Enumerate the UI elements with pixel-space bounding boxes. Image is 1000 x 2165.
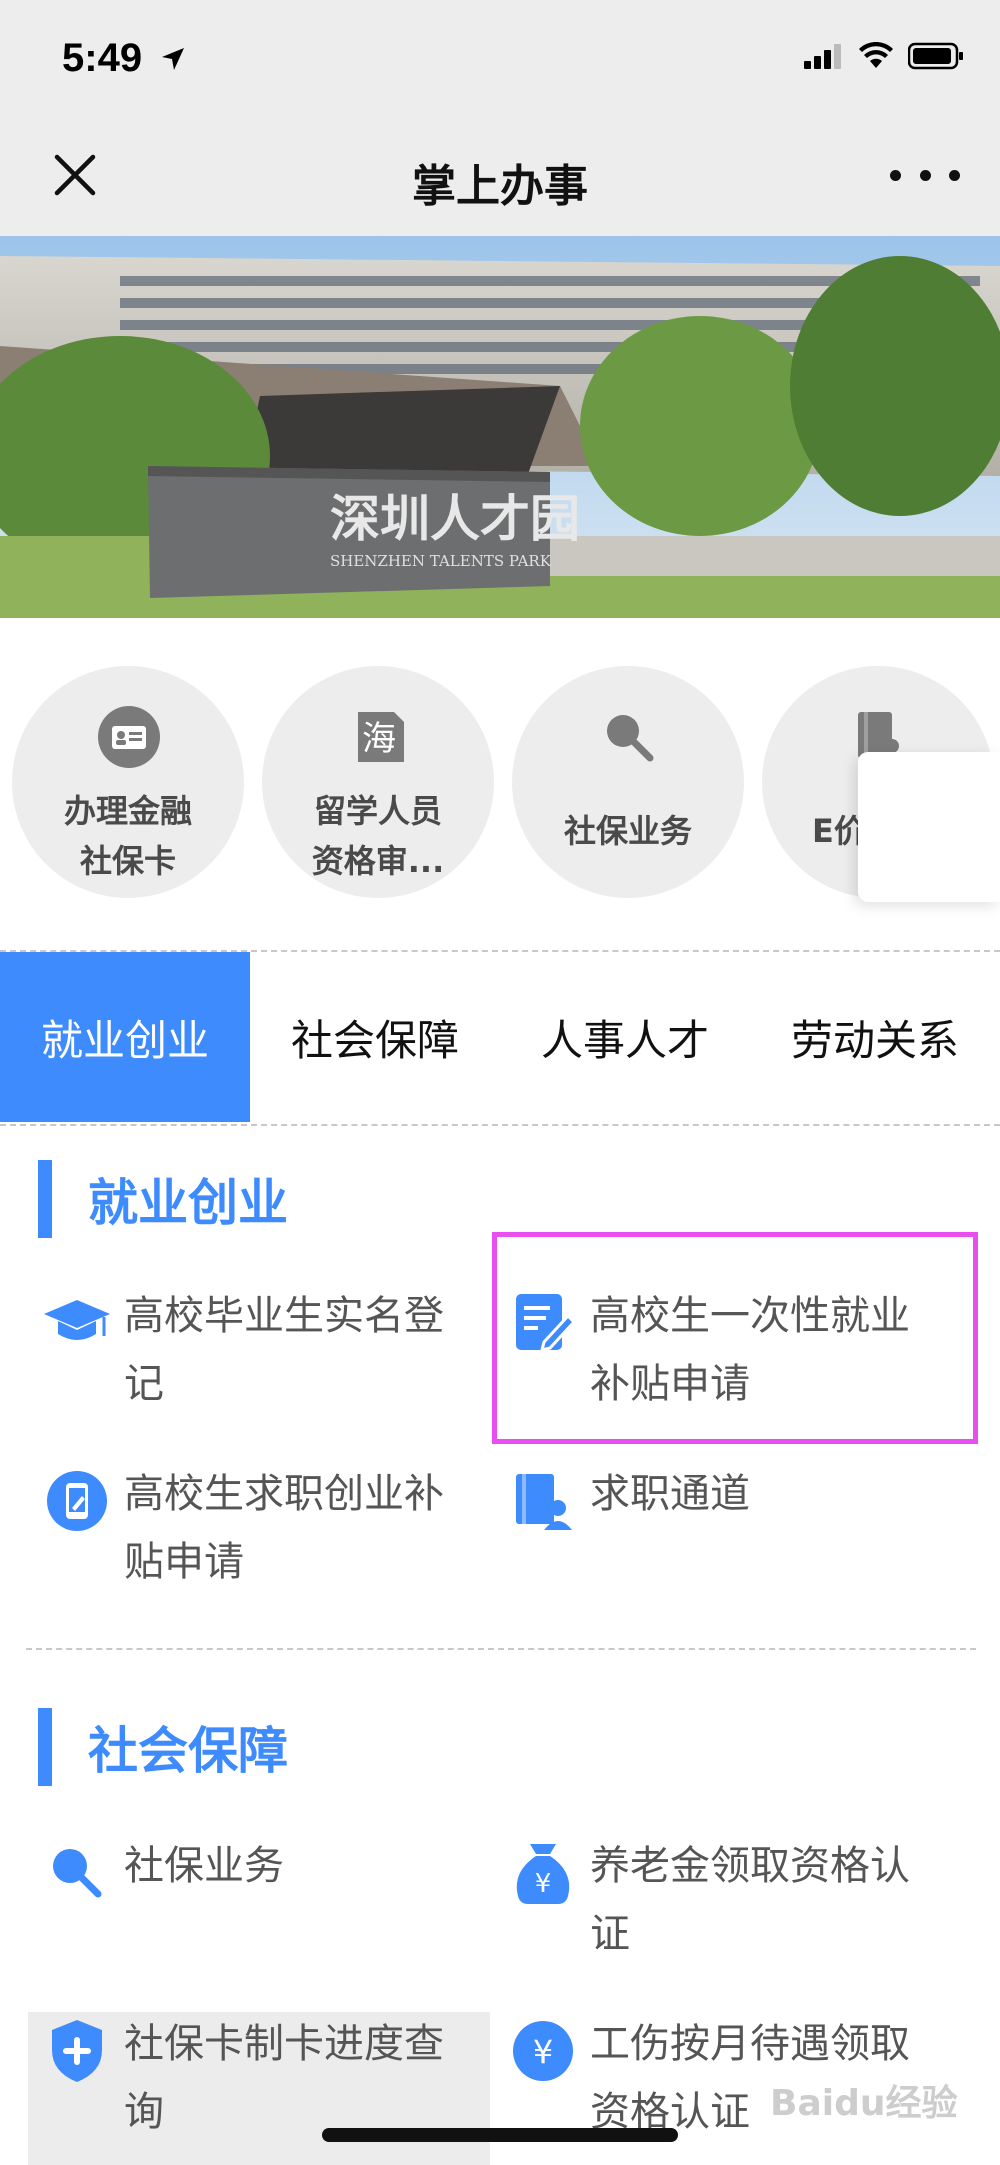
divider <box>0 1124 1000 1126</box>
wifi-icon <box>859 42 893 68</box>
yuan-coin-icon: ¥ <box>513 2021 573 2081</box>
tab-personnel[interactable]: 人事人才 <box>500 952 750 1122</box>
page-title: 掌上办事 <box>412 161 588 212</box>
tab-employment[interactable]: 就业创业 <box>0 952 250 1122</box>
service-item-social-security-business[interactable]: 社保业务 <box>42 1832 472 1908</box>
quick-item-label: 留学人员 资格审... <box>311 792 445 880</box>
sign-cn: 深圳人才园 <box>330 489 580 548</box>
search-icon <box>53 1849 102 1898</box>
shield-plus-icon <box>52 2020 102 2082</box>
tab-labor-relations[interactable]: 劳动关系 <box>750 952 1000 1122</box>
section-header-employment: 就业创业 <box>38 1160 288 1238</box>
service-item-label: 养老金领取资格认 证 <box>590 1843 910 1957</box>
service-item-label: 求职通道 <box>590 1471 750 1517</box>
quick-item-label: 办理金融 社保卡 <box>63 792 192 880</box>
signal-icon <box>804 44 841 69</box>
book-person-icon <box>516 1474 572 1530</box>
quick-item-finance-card[interactable]: 办理金融 社保卡 <box>12 666 244 898</box>
service-item-label: 高校生求职创业补 贴申请 <box>124 1471 444 1585</box>
service-item-job-startup-subsidy[interactable]: 高校生求职创业补 贴申请 <box>42 1460 472 1596</box>
graduation-cap-icon <box>44 1300 110 1340</box>
sign-en: SHENZHEN TALENTS PARK <box>330 552 552 570</box>
service-item-pension-certification[interactable]: ¥ 养老金领取资格认 证 <box>508 1832 938 1968</box>
service-item-label: 社保业务 <box>124 1843 284 1889</box>
section-title: 就业创业 <box>88 1174 288 1232</box>
highlight-box <box>492 1232 978 1444</box>
svg-text:¥: ¥ <box>533 2033 553 2071</box>
banner-image[interactable]: 深圳人才园 SHENZHEN TALENTS PARK <box>0 236 1000 618</box>
floating-panel[interactable] <box>858 752 1000 902</box>
service-item-graduate-registration[interactable]: 高校毕业生实名登 记 <box>42 1282 472 1418</box>
phone-edit-icon <box>47 1471 107 1531</box>
service-item-label: 高校毕业生实名登 记 <box>124 1293 444 1407</box>
service-item-job-channel[interactable]: 求职通道 <box>508 1460 938 1536</box>
svg-text:¥: ¥ <box>535 1869 552 1899</box>
quick-entries: 办理金融 社保卡 海 留学人员 资格审... 社保业务 E价 <box>0 618 1000 948</box>
id-card-icon <box>98 706 160 768</box>
category-tabs: 就业创业 社会保障 人事人才 劳动关系 <box>0 952 1000 1122</box>
divider <box>26 1648 976 1650</box>
top-bar: 5:49 掌上办事 <box>0 0 1000 236</box>
quick-item-label: 社保业务 <box>563 812 692 850</box>
status-icons <box>804 42 964 70</box>
location-arrow-icon <box>162 48 184 70</box>
service-item-card-progress[interactable]: 社保卡制卡进度查 询 <box>42 2010 472 2146</box>
tab-social-security[interactable]: 社会保障 <box>250 952 500 1122</box>
service-item-label: 社保卡制卡进度查 询 <box>124 2021 444 2135</box>
watermark: Baidu经验 <box>770 2083 958 2124</box>
section-header-social-security: 社会保障 <box>38 1708 288 1786</box>
battery-icon <box>908 42 963 70</box>
status-time: 5:49 <box>62 36 143 80</box>
home-indicator[interactable] <box>322 2128 678 2142</box>
section-title: 社会保障 <box>88 1722 288 1780</box>
more-options-button[interactable] <box>890 150 960 200</box>
hai-char-icon: 海 <box>358 712 404 762</box>
money-bag-icon: ¥ <box>516 1844 570 1904</box>
svg-text:海: 海 <box>362 719 396 759</box>
quick-item-social-security[interactable]: 社保业务 <box>512 666 744 898</box>
quick-item-overseas-students[interactable]: 海 留学人员 资格审... <box>262 666 494 898</box>
search-icon <box>607 715 654 762</box>
